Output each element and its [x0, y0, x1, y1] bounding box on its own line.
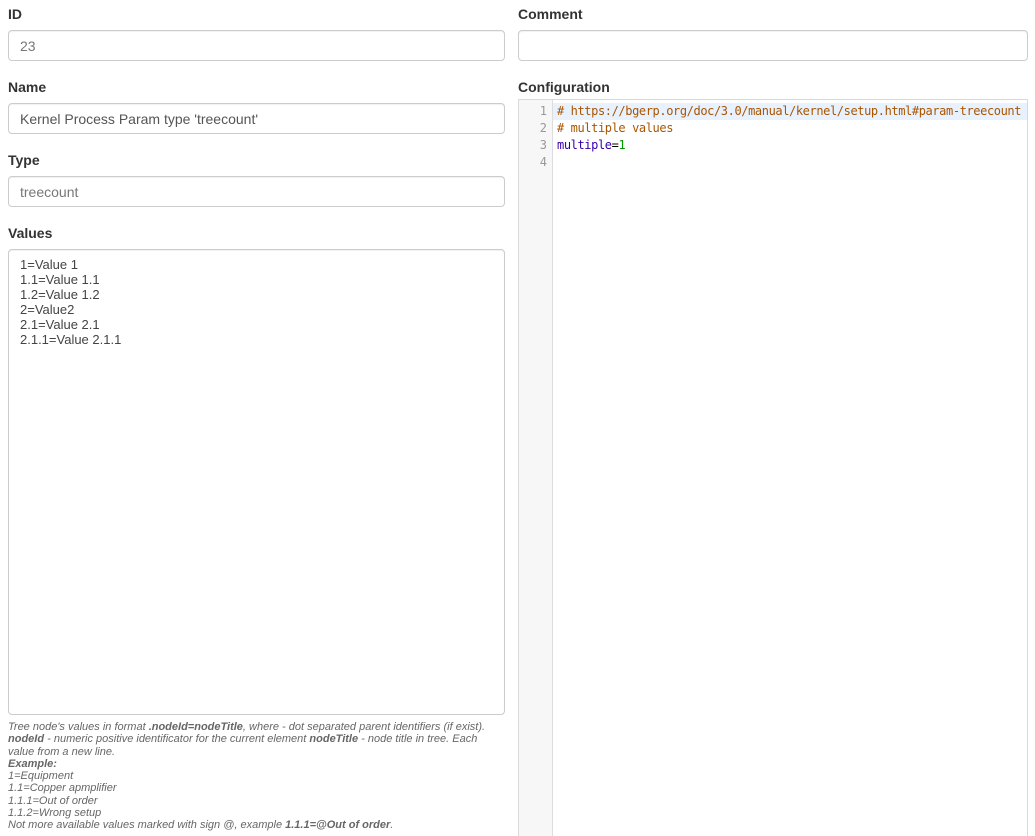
line-number: 2: [519, 120, 553, 137]
values-label: Values: [8, 225, 505, 241]
values-help-line: Tree node's values in format .nodeId=nod…: [8, 721, 505, 758]
values-help-line: 1=Equipment: [8, 770, 505, 782]
values-textarea[interactable]: 1=Value 1 1.1=Value 1.1 1.2=Value 1.2 2=…: [8, 249, 505, 715]
id-input[interactable]: [8, 30, 505, 61]
comment-label: Comment: [518, 6, 1028, 22]
code-line[interactable]: 3multiple=1: [519, 137, 1027, 154]
configuration-code-lines: 1# https://bgerp.org/doc/3.0/manual/kern…: [519, 100, 1027, 171]
left-column: ID Name Type Values 1=Value 1 1.1=Value …: [8, 6, 505, 836]
values-help: Tree node's values in format .nodeId=nod…: [8, 721, 505, 832]
id-label: ID: [8, 6, 505, 22]
right-column: Comment Configuration 1# https://bgerp.o…: [518, 6, 1028, 836]
type-field-group: Type: [8, 152, 505, 207]
name-input[interactable]: [8, 103, 505, 134]
name-field-group: Name: [8, 79, 505, 134]
code-line[interactable]: 1# https://bgerp.org/doc/3.0/manual/kern…: [519, 103, 1027, 120]
line-number: 3: [519, 137, 553, 154]
code-line[interactable]: 4: [519, 154, 1027, 171]
values-help-line: Not more available values marked with si…: [8, 819, 505, 831]
code-line-text: [553, 154, 1027, 171]
configuration-code-editor[interactable]: 1# https://bgerp.org/doc/3.0/manual/kern…: [518, 99, 1028, 836]
line-number: 4: [519, 154, 553, 171]
code-line-text: multiple=1: [553, 137, 1027, 154]
type-label: Type: [8, 152, 505, 168]
name-label: Name: [8, 79, 505, 95]
line-number: 1: [519, 103, 553, 120]
values-help-line: 1.1=Copper apmplifier: [8, 782, 505, 794]
type-input[interactable]: [8, 176, 505, 207]
values-help-line: 1.1.2=Wrong setup: [8, 807, 505, 819]
code-line[interactable]: 2# multiple values: [519, 120, 1027, 137]
values-field-group: Values 1=Value 1 1.1=Value 1.1 1.2=Value…: [8, 225, 505, 715]
values-help-line: 1.1.1=Out of order: [8, 795, 505, 807]
configuration-label: Configuration: [518, 79, 1028, 95]
configuration-field-group: Configuration 1# https://bgerp.org/doc/3…: [518, 79, 1028, 836]
code-line-text: # multiple values: [553, 120, 1027, 137]
id-field-group: ID: [8, 6, 505, 61]
param-edit-form: ID Name Type Values 1=Value 1 1.1=Value …: [0, 0, 1035, 836]
code-line-text: # https://bgerp.org/doc/3.0/manual/kerne…: [553, 103, 1027, 120]
values-help-line: Example:: [8, 758, 505, 770]
comment-input[interactable]: [518, 30, 1028, 61]
code-gutter: [519, 100, 553, 836]
comment-field-group: Comment: [518, 6, 1028, 61]
